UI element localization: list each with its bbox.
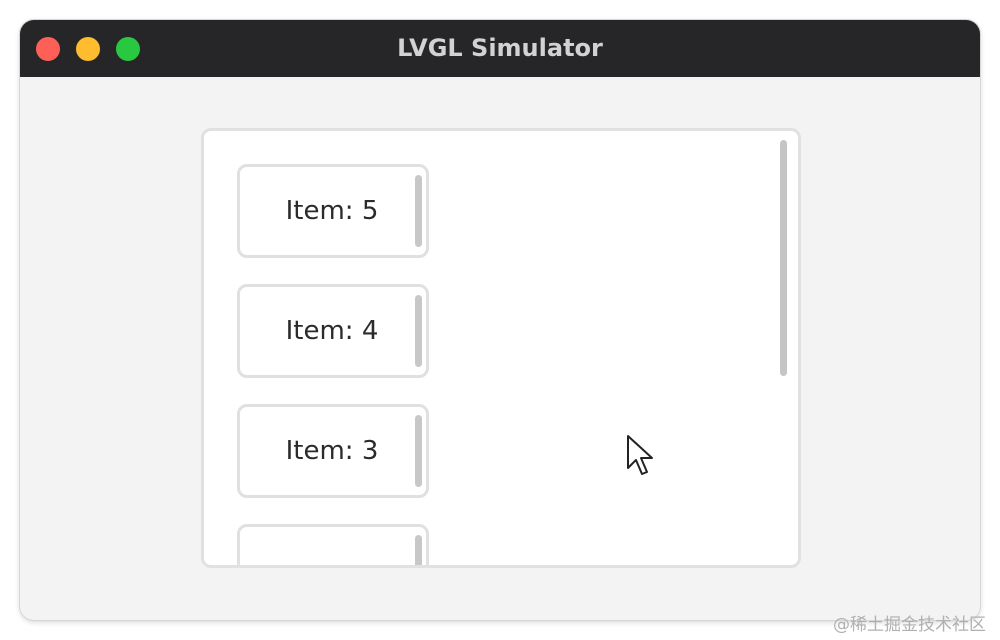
mouse-pointer-icon <box>627 435 653 475</box>
list-item-label <box>240 527 424 565</box>
list-item[interactable] <box>237 524 429 565</box>
item-scrollbar[interactable] <box>415 415 422 487</box>
item-scrollbar[interactable] <box>415 295 422 367</box>
list-item-label: Item: 3 <box>285 436 379 466</box>
panel-scrollbar[interactable] <box>780 140 787 376</box>
list-item[interactable]: Item: 3 <box>237 404 429 498</box>
list-item[interactable]: Item: 4 <box>237 284 429 378</box>
list-item[interactable]: Item: 5 <box>237 164 429 258</box>
simulator-window: LVGL Simulator Item: 5 Item: 4 Item: 3 <box>20 20 980 620</box>
list-item-label: Item: 4 <box>285 316 379 346</box>
item-scrollbar[interactable] <box>415 535 422 565</box>
item-scrollbar[interactable] <box>415 175 422 247</box>
title-bar[interactable]: LVGL Simulator <box>20 20 980 77</box>
scroll-panel[interactable]: Item: 5 Item: 4 Item: 3 <box>201 128 801 568</box>
window-content: Item: 5 Item: 4 Item: 3 <box>20 77 980 620</box>
window-title: LVGL Simulator <box>397 34 603 62</box>
watermark-text: @稀土掘金技术社区 <box>833 615 986 635</box>
list-item-label: Item: 5 <box>285 196 379 226</box>
